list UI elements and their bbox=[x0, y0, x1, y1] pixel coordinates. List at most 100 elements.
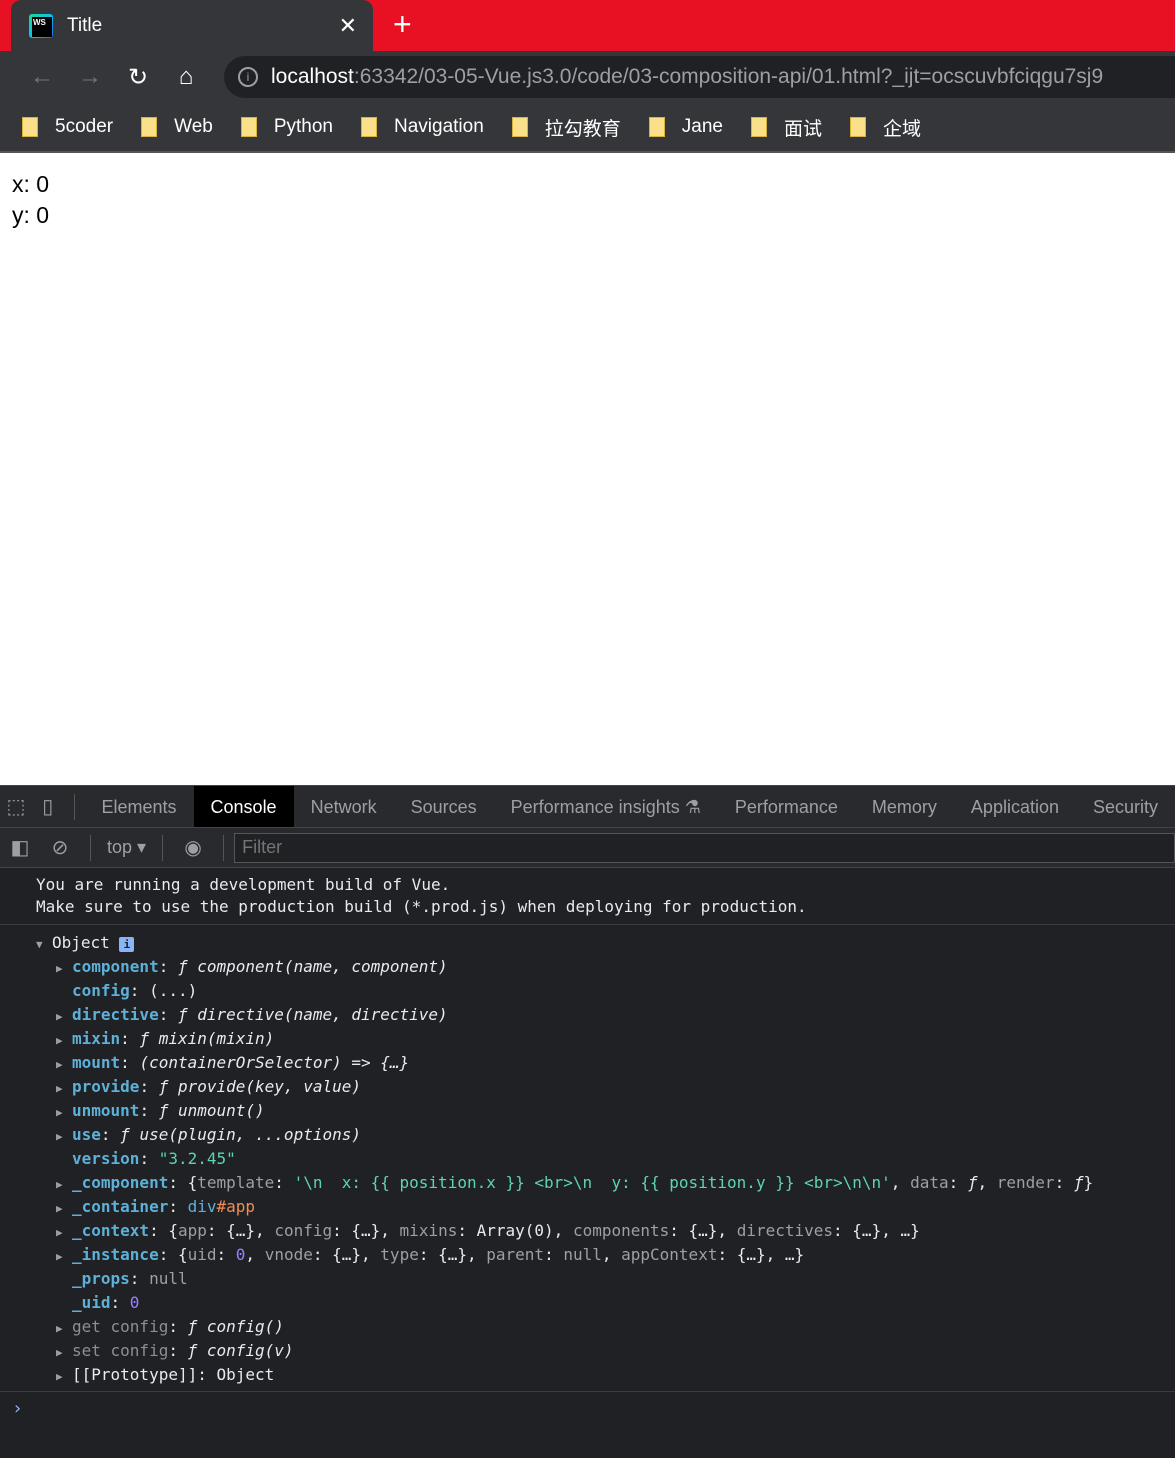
forward-icon[interactable]: → bbox=[66, 63, 114, 91]
object-property[interactable]: ▶ get config: ƒ config() bbox=[56, 1315, 1175, 1339]
object-property[interactable]: ▶ _context: {app: {…}, config: {…}, mixin… bbox=[56, 1219, 1175, 1243]
expand-triangle-icon[interactable]: ▶ bbox=[56, 957, 72, 981]
divider bbox=[162, 834, 164, 861]
expand-triangle-icon[interactable]: ▶ bbox=[56, 1341, 72, 1365]
new-tab-button[interactable]: + bbox=[393, 8, 412, 40]
expand-triangle-icon[interactable]: ▶ bbox=[56, 1029, 72, 1053]
expand-triangle-icon[interactable]: ▶ bbox=[56, 1245, 72, 1269]
tab-network[interactable]: Network bbox=[294, 786, 394, 827]
divider bbox=[90, 834, 91, 861]
property-value: ƒ config(v) bbox=[187, 1341, 294, 1360]
property-key: provide bbox=[72, 1077, 140, 1096]
property-value: null bbox=[563, 1245, 602, 1264]
property-key: _component bbox=[72, 1173, 169, 1192]
object-property[interactable]: ▶ [[Prototype]]: Object bbox=[56, 1363, 1175, 1387]
tab-performance[interactable]: Performance insights ⚗ bbox=[494, 786, 718, 827]
object-property[interactable]: ▶ use: ƒ use(plugin, ...options) bbox=[56, 1123, 1175, 1147]
bookmark-item[interactable]: 面试 bbox=[751, 114, 822, 141]
property-value: : bbox=[110, 1293, 130, 1312]
expand-triangle-icon[interactable]: ▶ bbox=[56, 1005, 72, 1029]
property-value: ƒ mixin(mixin) bbox=[139, 1029, 275, 1048]
object-property[interactable]: ▶ component: ƒ component(name, component) bbox=[56, 955, 1175, 979]
property-key: mount bbox=[72, 1053, 121, 1072]
object-root[interactable]: ▼ Object i bbox=[36, 931, 1175, 955]
bookmark-item[interactable]: 企域 bbox=[850, 114, 921, 141]
property-value: #app bbox=[216, 1197, 256, 1216]
filter-input[interactable] bbox=[234, 832, 1175, 863]
bookmark-label: 5coder bbox=[55, 116, 114, 137]
expand-triangle-icon[interactable]: ▶ bbox=[56, 1365, 72, 1389]
property-value: (containerOrSelector) => {…} bbox=[139, 1053, 410, 1072]
device-toolbar-icon[interactable]: ▯ bbox=[32, 794, 64, 819]
inspect-element-icon[interactable]: ⬚ bbox=[0, 794, 32, 819]
tab-performance[interactable]: Performance bbox=[718, 786, 855, 827]
property-value: : {…}, …} bbox=[717, 1245, 805, 1264]
info-badge-icon[interactable]: i bbox=[119, 937, 135, 952]
browser-tab[interactable]: Title ✕ bbox=[11, 0, 373, 51]
bookmark-item[interactable]: Jane bbox=[648, 116, 723, 138]
divider bbox=[73, 793, 75, 820]
bookmark-item[interactable]: Web bbox=[141, 116, 213, 138]
tab-application[interactable]: Application bbox=[954, 786, 1076, 827]
object-property[interactable]: ▶ unmount: ƒ unmount() bbox=[56, 1099, 1175, 1123]
object-property[interactable]: ▶ directive: ƒ directive(name, directive) bbox=[56, 1003, 1175, 1027]
property-key: use bbox=[72, 1125, 101, 1144]
property-value: config bbox=[274, 1221, 333, 1240]
property-value: div bbox=[187, 1197, 217, 1216]
object-property[interactable]: _uid: 0 bbox=[56, 1291, 1175, 1315]
expand-triangle-icon[interactable]: ▶ bbox=[56, 1197, 72, 1221]
expand-triangle-icon[interactable]: ▶ bbox=[56, 1125, 72, 1149]
bookmark-item[interactable]: 拉勾教育 bbox=[511, 114, 621, 141]
property-key: _context bbox=[72, 1221, 150, 1240]
object-property[interactable]: ▶ _instance: {uid: 0, vnode: {…}, type: {… bbox=[56, 1243, 1175, 1267]
console-output: You are running a development build of V… bbox=[0, 868, 1175, 1425]
folder-icon bbox=[361, 117, 377, 137]
close-tab-icon[interactable]: ✕ bbox=[339, 13, 357, 39]
console-prompt[interactable]: › bbox=[0, 1391, 1175, 1425]
bookmark-item[interactable]: Python bbox=[240, 116, 333, 138]
object-property[interactable]: ▶ mount: (containerOrSelector) => {…} bbox=[56, 1051, 1175, 1075]
property-value: : bbox=[168, 1317, 188, 1336]
tab-security[interactable]: Security bbox=[1076, 786, 1175, 827]
address-bar[interactable]: i localhost:63342/03-05-Vue.js3.0/code/0… bbox=[224, 56, 1175, 98]
property-value: '\n x: {{ position.x }} <br>\n y: {{ pos… bbox=[293, 1173, 891, 1192]
expand-triangle-icon[interactable]: ▶ bbox=[56, 1317, 72, 1341]
eye-icon[interactable]: ◉ bbox=[173, 835, 213, 860]
bookmark-item[interactable]: Navigation bbox=[361, 116, 484, 138]
context-selector[interactable]: top ▾ bbox=[101, 837, 152, 858]
expand-triangle-icon[interactable]: ▶ bbox=[56, 1101, 72, 1125]
bookmark-label: Jane bbox=[681, 116, 723, 137]
reload-icon[interactable]: ↻ bbox=[114, 63, 162, 92]
tab-console[interactable]: Console bbox=[193, 786, 294, 827]
home-icon[interactable]: ⌂ bbox=[162, 63, 210, 91]
property-value: parent bbox=[486, 1245, 545, 1264]
property-key: component bbox=[72, 957, 159, 976]
clear-console-icon[interactable]: ⊘ bbox=[40, 835, 80, 860]
expand-triangle-icon[interactable]: ▶ bbox=[56, 1077, 72, 1101]
expanded-triangle-icon[interactable]: ▼ bbox=[36, 933, 52, 957]
object-property[interactable]: _props: null bbox=[56, 1267, 1175, 1291]
tab-sources[interactable]: Sources bbox=[394, 786, 494, 827]
sidebar-toggle-icon[interactable]: ◧ bbox=[0, 835, 40, 860]
object-property[interactable]: ▶ set config: ƒ config(v) bbox=[56, 1339, 1175, 1363]
object-property[interactable]: ▶ _component: {template: '\n x: {{ positi… bbox=[56, 1171, 1175, 1195]
expand-triangle-icon[interactable]: ▶ bbox=[56, 1053, 72, 1077]
object-property[interactable]: ▶ provide: ƒ provide(key, value) bbox=[56, 1075, 1175, 1099]
property-key: [[Prototype]]: Object bbox=[72, 1365, 275, 1384]
expand-triangle-icon[interactable]: ▶ bbox=[56, 1221, 72, 1245]
property-value: : { bbox=[149, 1221, 178, 1240]
tab-title: Title bbox=[67, 14, 103, 36]
tab-elements[interactable]: Elements bbox=[84, 786, 193, 827]
bookmark-item[interactable]: 5coder bbox=[22, 116, 113, 138]
object-property[interactable]: ▶ mixin: ƒ mixin(mixin) bbox=[56, 1027, 1175, 1051]
property-value: ƒ component(name, component) bbox=[177, 957, 448, 976]
tab-memory[interactable]: Memory bbox=[855, 786, 954, 827]
object-property[interactable]: version: "3.2.45" bbox=[56, 1147, 1175, 1171]
object-property[interactable]: ▶ _container: div#app bbox=[56, 1195, 1175, 1219]
property-key: _props bbox=[72, 1269, 130, 1288]
object-property[interactable]: config: (...) bbox=[56, 979, 1175, 1003]
info-icon[interactable]: i bbox=[238, 67, 258, 87]
expand-triangle-icon[interactable]: ▶ bbox=[56, 1173, 72, 1197]
context-value: top bbox=[107, 837, 133, 857]
back-icon[interactable]: ← bbox=[18, 63, 66, 91]
